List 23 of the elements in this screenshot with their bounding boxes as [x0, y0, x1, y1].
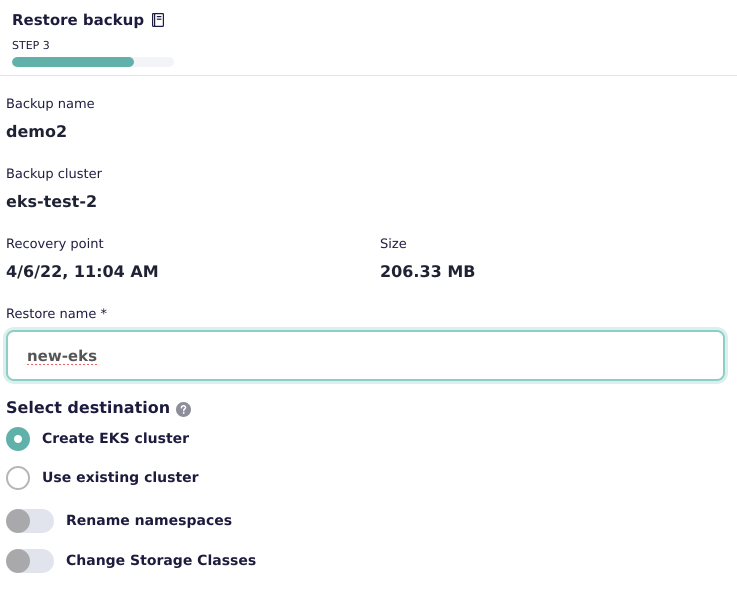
- option-label: Create EKS cluster: [42, 430, 190, 449]
- field-value: 206.33 MB: [380, 261, 476, 283]
- field-value: eks-test-2: [6, 191, 98, 213]
- field-label: Backup cluster: [6, 166, 102, 184]
- radio-button[interactable]: [6, 427, 30, 451]
- toggle-label: Change Storage Classes: [66, 552, 256, 571]
- field-label: Recovery point: [6, 236, 104, 254]
- field-label: Restore name *: [6, 306, 107, 324]
- section-title: Select destination: [6, 397, 170, 419]
- step-label: STEP 3: [12, 39, 50, 53]
- page-title: Restore backup: [12, 10, 144, 31]
- toggle-switch[interactable]: [6, 549, 54, 573]
- field-label: Backup name: [6, 96, 95, 114]
- help-icon[interactable]: [176, 402, 192, 416]
- field-label: Size: [380, 236, 407, 254]
- toggle-label: Rename namespaces: [66, 512, 232, 531]
- restore-name-input[interactable]: new-eks: [6, 330, 725, 381]
- radio-button[interactable]: [6, 466, 30, 490]
- book-icon: [152, 13, 164, 27]
- field-value: 4/6/22, 11:04 AM: [6, 261, 159, 283]
- field-value: demo2: [6, 121, 68, 143]
- toggle-switch[interactable]: [6, 509, 54, 533]
- option-label: Use existing cluster: [42, 469, 199, 488]
